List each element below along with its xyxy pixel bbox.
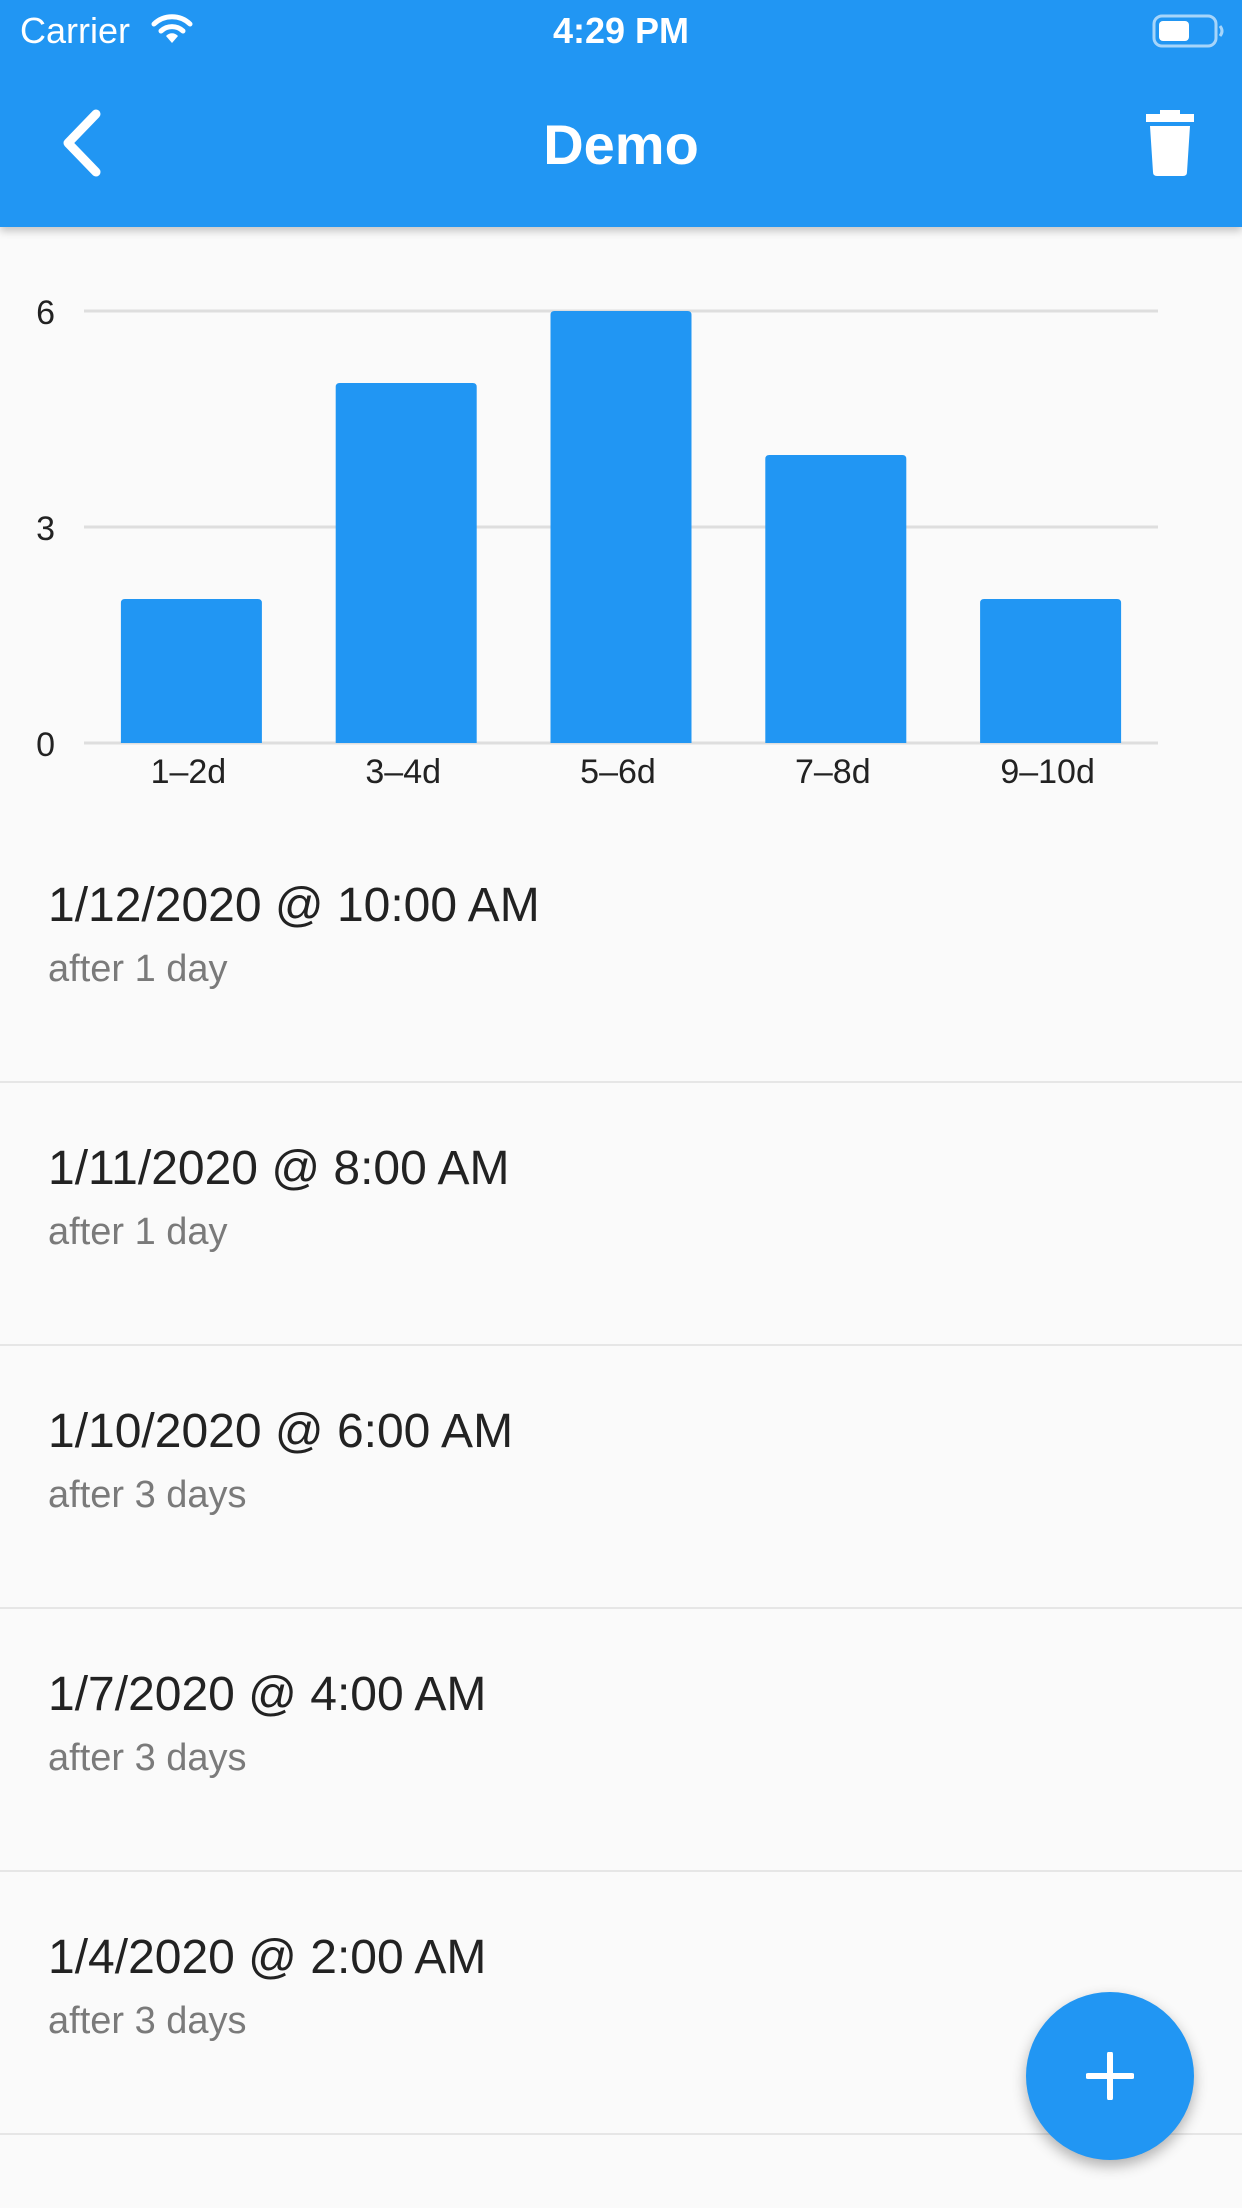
- entry-datetime: 1/4/2020 @ 2:00 AM: [48, 1931, 487, 1984]
- y-tick-label: 0: [36, 726, 55, 764]
- x-tick-label: 3–4d: [365, 753, 441, 791]
- entry-interval: after 3 days: [48, 1737, 247, 1779]
- list-item[interactable]: 1/7/2020 @ 4:00 AM after 3 days: [0, 1609, 1242, 1872]
- list-item[interactable]: 1/11/2020 @ 8:00 AM after 1 day: [0, 1083, 1242, 1346]
- y-tick-label: 3: [36, 510, 55, 548]
- entries-list: 1/12/2020 @ 10:00 AM after 1 day 1/11/20…: [0, 820, 1242, 2135]
- status-bar: Carrier 4:29 PM: [0, 0, 1242, 62]
- entry-interval: after 3 days: [48, 2000, 247, 2042]
- add-entry-button[interactable]: [1026, 1992, 1194, 2160]
- bar: [335, 383, 477, 743]
- plus-icon: [1086, 2052, 1134, 2100]
- bar: [980, 599, 1122, 743]
- list-item[interactable]: 1/12/2020 @ 10:00 AM after 1 day: [0, 820, 1242, 1083]
- list-item[interactable]: 1/10/2020 @ 6:00 AM after 3 days: [0, 1346, 1242, 1609]
- entry-interval: after 1 day: [48, 948, 228, 990]
- entry-datetime: 1/7/2020 @ 4:00 AM: [48, 1668, 487, 1721]
- bar: [550, 311, 692, 743]
- y-tick-label: 6: [36, 294, 55, 332]
- x-tick-label: 9–10d: [1000, 753, 1095, 791]
- page-title: Demo: [543, 113, 699, 176]
- app-bar: Carrier 4:29 PM Demo: [0, 0, 1242, 227]
- x-tick-label: 5–6d: [580, 753, 656, 791]
- trash-icon: [1146, 110, 1194, 176]
- bar: [765, 455, 907, 743]
- bar-chart: 0 3 6 1–2d 3–4d 5–6d 7–8d 9–10d: [0, 260, 1242, 800]
- x-tick-label: 1–2d: [151, 753, 227, 791]
- bar: [120, 599, 262, 743]
- chart-svg: 0 3 6 1–2d 3–4d 5–6d 7–8d 9–10d: [36, 294, 1158, 791]
- entry-interval: after 1 day: [48, 1211, 228, 1253]
- battery-icon: [1152, 13, 1226, 54]
- status-time: 4:29 PM: [552, 10, 690, 51]
- entry-datetime: 1/12/2020 @ 10:00 AM: [48, 879, 540, 932]
- entry-datetime: 1/10/2020 @ 6:00 AM: [48, 1405, 514, 1458]
- delete-button[interactable]: [1140, 110, 1200, 176]
- x-tick-label: 7–8d: [795, 753, 871, 791]
- entry-interval: after 3 days: [48, 1474, 247, 1516]
- entry-datetime: 1/11/2020 @ 8:00 AM: [48, 1142, 510, 1195]
